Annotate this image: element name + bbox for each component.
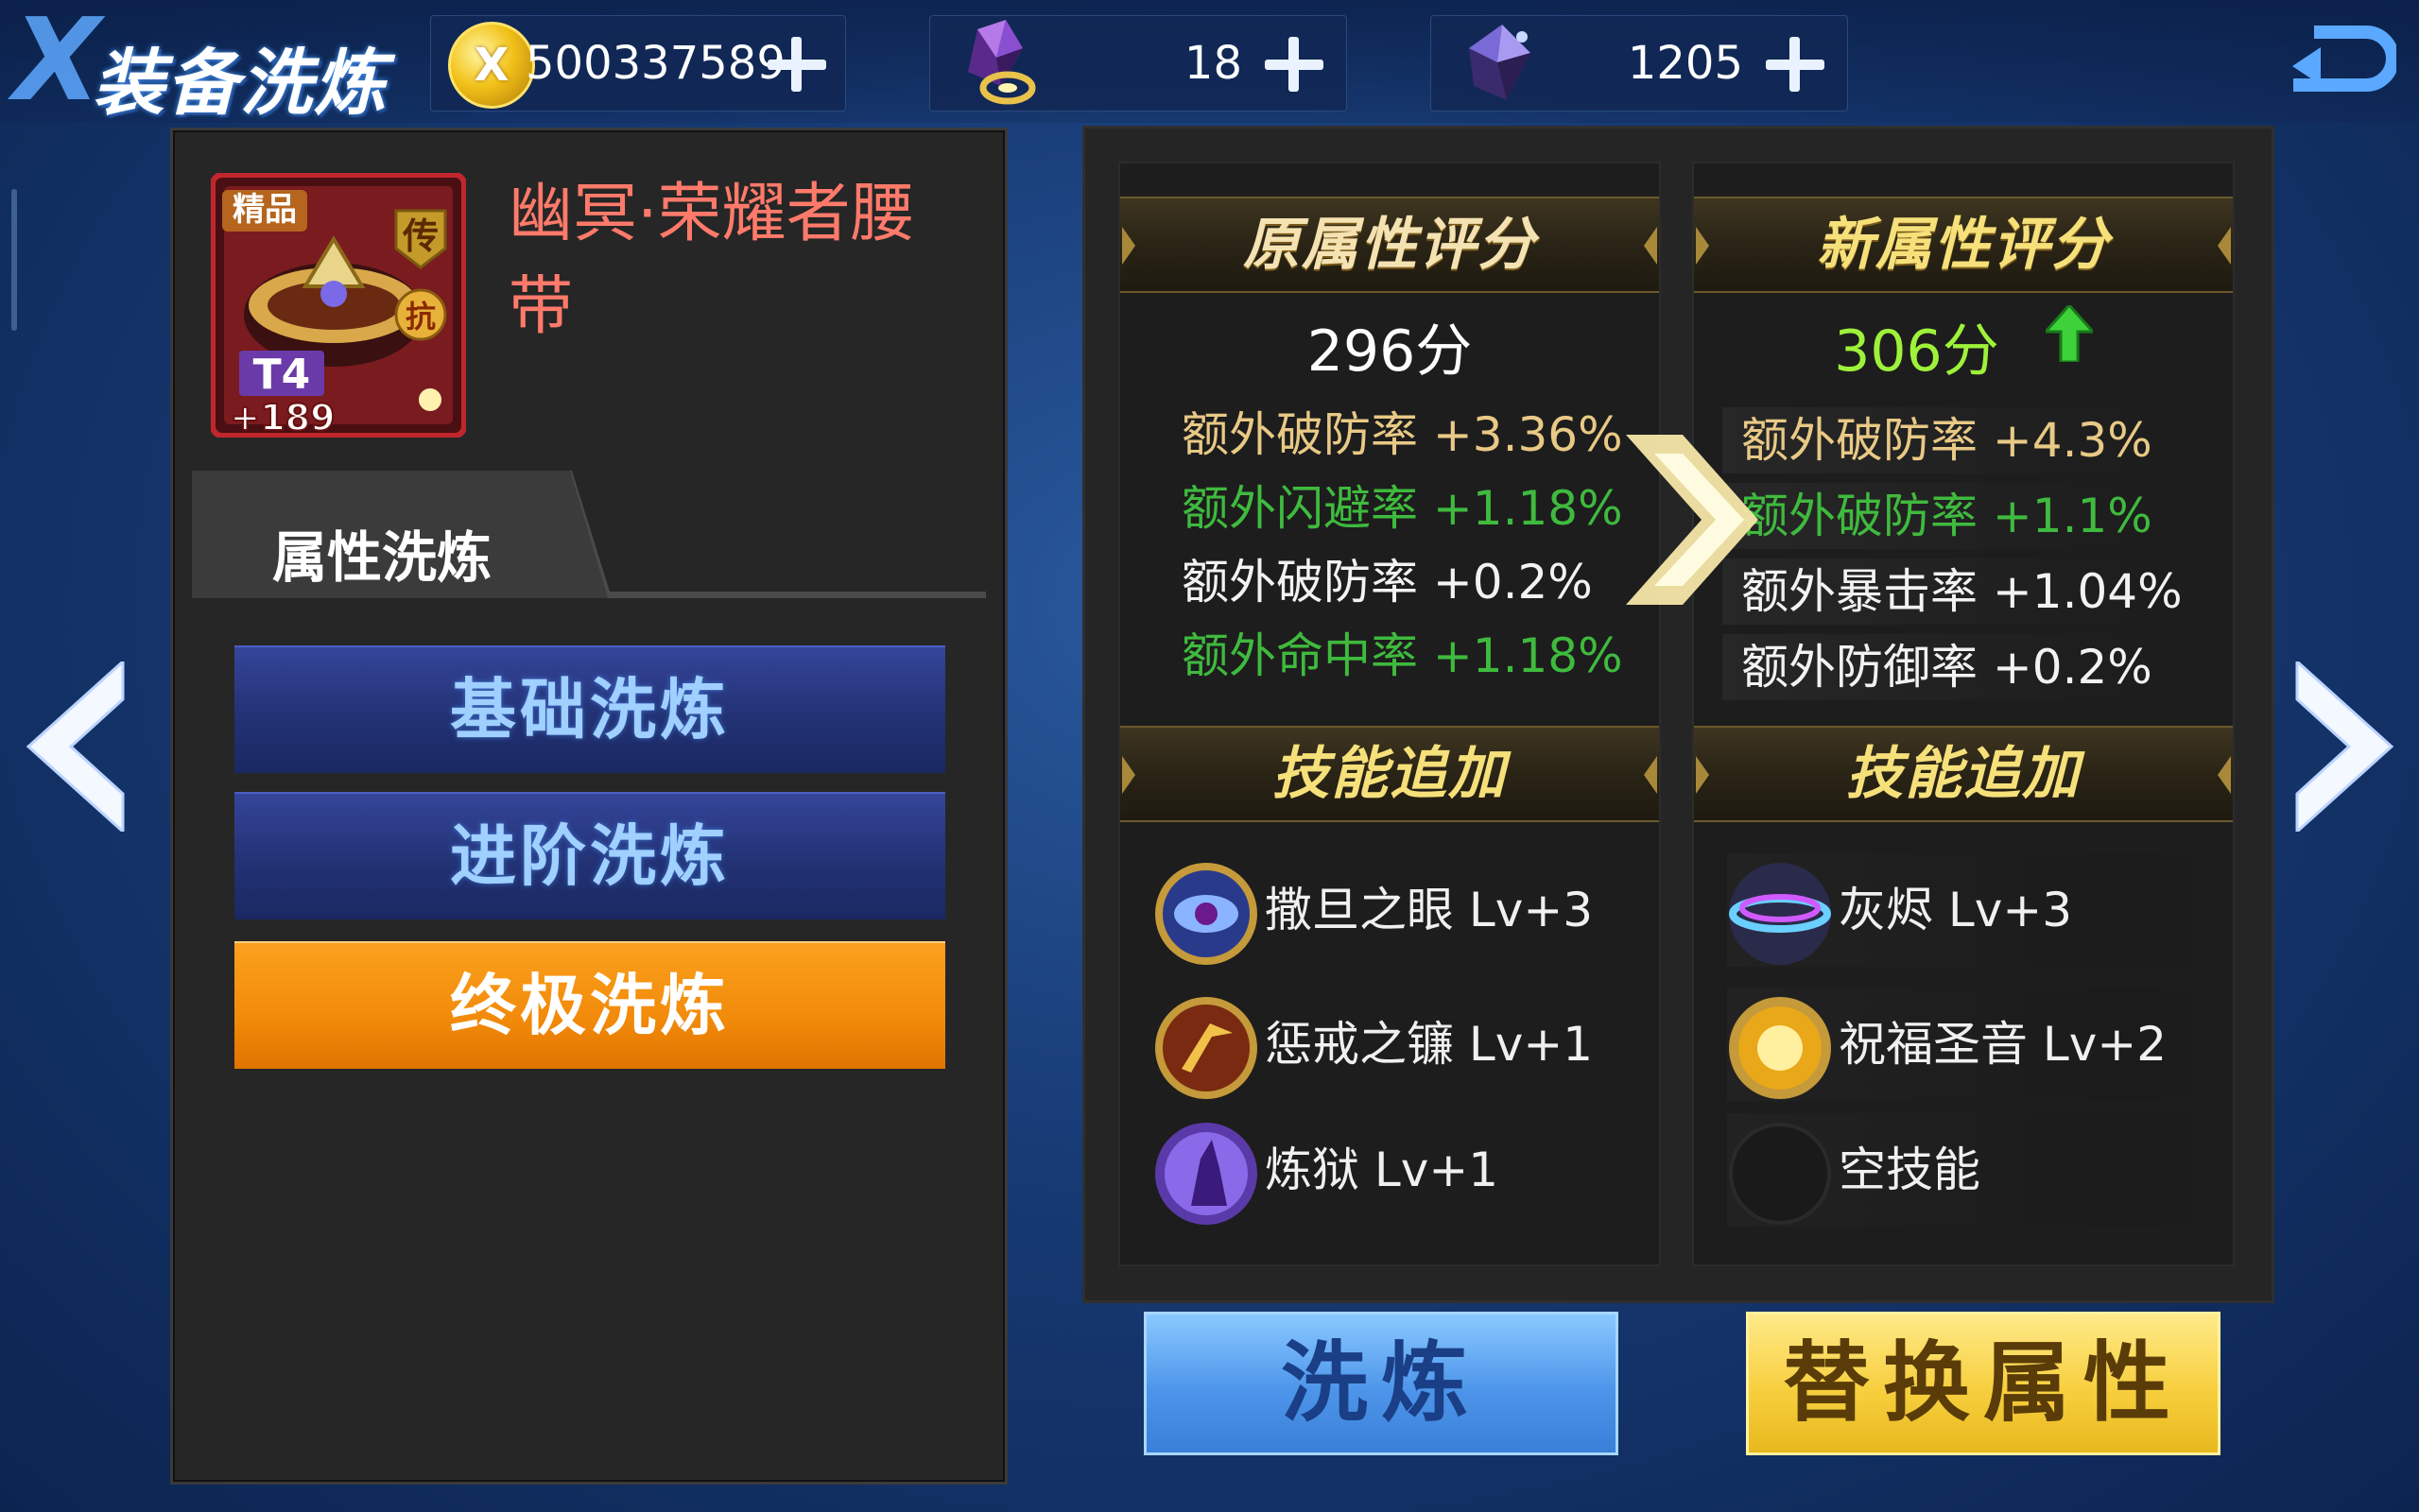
old-skill-1[interactable]: 撒旦之眼 Lv+3	[1153, 853, 1635, 967]
gem1-value: 18	[1184, 37, 1242, 90]
eye-skill-icon	[1155, 863, 1257, 965]
new-score-row: 306分	[1694, 305, 2233, 387]
gem-currency-2: 1205	[1430, 15, 1848, 112]
gem2-value: 1205	[1627, 37, 1743, 90]
svg-text:T4: T4	[253, 351, 311, 399]
back-icon[interactable]	[2283, 19, 2396, 104]
page-title: 装备洗炼	[93, 41, 388, 125]
new-attr-4: 额外防御率 +0.2%	[1722, 634, 2214, 700]
advanced-wash-button[interactable]: 进阶洗炼	[234, 792, 945, 919]
svg-text:抗: 抗	[406, 299, 436, 335]
new-skill-1[interactable]: 灰烬 Lv+3	[1727, 853, 2209, 967]
gold-currency: X 500337589	[430, 15, 846, 112]
old-skill-3[interactable]: 炼狱 Lv+1	[1153, 1113, 1635, 1227]
replace-attributes-button[interactable]: 替换属性	[1746, 1312, 2220, 1455]
crystal-icon	[1469, 25, 1530, 100]
old-skill-header: 技能追加	[1120, 726, 1659, 822]
wash-button[interactable]: 洗炼	[1144, 1312, 1618, 1455]
attribute-compare-panel: 原属性评分 296分 额外破防率 +3.36% 额外闪避率 +1.18% 额外破…	[1082, 126, 2274, 1303]
svg-text:精品: 精品	[233, 191, 297, 229]
new-score-header: 新属性评分	[1694, 197, 2233, 293]
gold-coin-icon: X	[448, 22, 535, 109]
svg-text:传: 传	[402, 215, 439, 257]
old-score-header: 原属性评分	[1120, 197, 1659, 293]
new-skill-title: 技能追加	[1846, 741, 2081, 807]
add-gem2-button[interactable]	[1766, 37, 1824, 92]
edge-indicator	[11, 189, 17, 331]
new-skill-2-name: 祝福圣音 Lv+2	[1839, 1017, 2168, 1072]
ash-skill-icon	[1729, 863, 1831, 965]
basic-wash-button[interactable]: 基础洗炼	[234, 645, 945, 773]
compare-arrow-icon	[1626, 435, 1758, 605]
purgatory-skill-icon	[1155, 1123, 1257, 1225]
gem-currency-1: 18	[929, 15, 1347, 112]
old-attr-1: 额外破防率 +3.36%	[1182, 407, 1623, 462]
screen-title: X 装备洗炼	[0, 0, 425, 127]
svg-text:+189: +189	[230, 397, 335, 438]
previous-arrow-icon[interactable]	[19, 662, 132, 832]
old-score-title: 原属性评分	[1243, 212, 1536, 278]
new-attributes-column: 新属性评分 306分 额外破防率 +4.3% 额外破防率 +1.1% 额外暴击率…	[1692, 162, 2235, 1266]
add-gold-button[interactable]	[768, 37, 826, 92]
scythe-skill-icon	[1155, 997, 1257, 1099]
next-arrow-icon[interactable]	[2288, 662, 2401, 832]
empty-skill-icon	[1729, 1123, 1831, 1225]
equipment-panel: 精品 T4 +189 传 抗 幽冥·荣耀者腰带 属性洗炼 基础洗炼 进阶洗炼 终…	[170, 128, 1008, 1485]
old-skill-2-name: 惩戒之镰 Lv+1	[1265, 1017, 1594, 1072]
new-attr-1: 额外破防率 +4.3%	[1722, 407, 2214, 473]
old-skill-title: 技能追加	[1272, 741, 1507, 807]
blessing-skill-icon	[1729, 997, 1831, 1099]
new-attr-3: 额外暴击率 +1.04%	[1722, 558, 2214, 625]
old-skill-3-name: 炼狱 Lv+1	[1265, 1143, 1499, 1197]
score-up-arrow-icon	[2045, 305, 2093, 362]
add-gem1-button[interactable]	[1265, 37, 1323, 92]
new-skill-3-name: 空技能	[1839, 1143, 1980, 1197]
new-skill-2[interactable]: 祝福圣音 Lv+2	[1727, 988, 2209, 1101]
crystal-ring-icon	[968, 20, 1036, 105]
old-skill-2[interactable]: 惩戒之镰 Lv+1	[1153, 988, 1635, 1101]
gold-value: 500337589	[526, 37, 786, 90]
top-bar: X 装备洗炼 X 500337589 18 1205	[0, 0, 2419, 127]
new-attr-2: 额外破防率 +1.1%	[1722, 483, 2214, 549]
old-attr-3: 额外破防率 +0.2%	[1182, 555, 1593, 610]
ultimate-wash-button[interactable]: 终极洗炼	[234, 941, 945, 1069]
tab-attribute-wash-label: 属性洗炼	[272, 525, 492, 590]
new-score: 306分	[1834, 318, 1999, 385]
new-skill-header: 技能追加	[1694, 726, 2233, 822]
new-skill-1-name: 灰烬 Lv+3	[1839, 883, 2073, 937]
old-skill-1-name: 撒旦之眼 Lv+3	[1265, 883, 1594, 937]
equipment-card[interactable]: 精品 T4 +189 传 抗	[211, 173, 466, 438]
old-attr-2: 额外闪避率 +1.18%	[1182, 481, 1623, 536]
old-score: 296分	[1306, 318, 1473, 385]
equipment-name: 幽冥·荣耀者腰带	[509, 177, 915, 344]
new-score-title: 新属性评分	[1817, 212, 2110, 278]
new-skill-3[interactable]: 空技能	[1727, 1113, 2209, 1227]
title-x-logo: X	[13, 0, 101, 127]
old-attributes-column: 原属性评分 296分 额外破防率 +3.36% 额外闪避率 +1.18% 额外破…	[1118, 162, 1661, 1266]
old-attr-4: 额外命中率 +1.18%	[1182, 628, 1623, 683]
